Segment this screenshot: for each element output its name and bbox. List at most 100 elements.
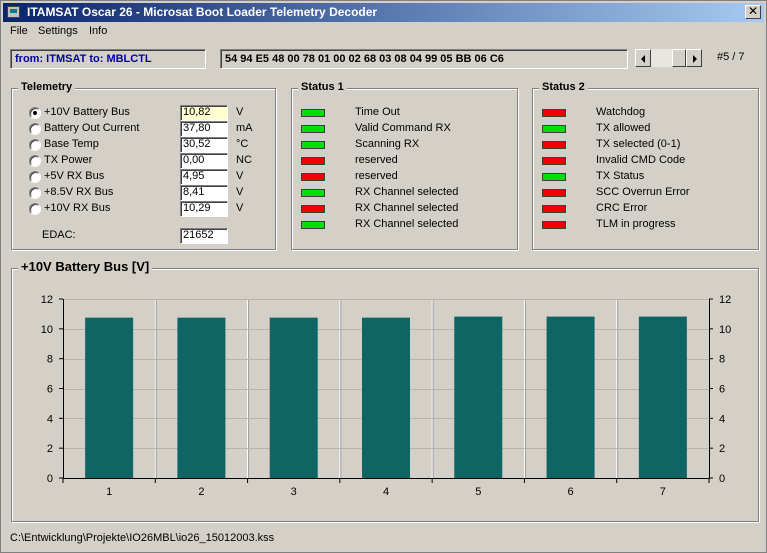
status-label: Invalid CMD Code [596, 154, 686, 166]
telemetry-label: +10V RX Bus [44, 202, 111, 214]
x-tick-label: 3 [291, 486, 297, 498]
status2-group: Status 2 Watchdog TX allowed TX selected (… [532, 81, 759, 250]
telemetry-value: 30,52 [180, 137, 228, 153]
telemetry-row[interactable]: TX Power 0,00 NC [12, 153, 272, 169]
telemetry-value: 8,41 [180, 185, 228, 201]
status1-item: Valid Command RX [292, 121, 512, 137]
telemetry-row[interactable]: +10V Battery Bus 10,82 V [12, 105, 272, 121]
status1-item: Time Out [292, 105, 512, 121]
telemetry-row[interactable]: +8.5V RX Bus 8,41 V [12, 185, 272, 201]
status-label: reserved [355, 170, 398, 182]
status-label: CRC Error [596, 202, 648, 214]
frame-counter: #5 / 7 [717, 51, 745, 63]
status-label: TX selected (0-1) [596, 138, 681, 150]
status-led-green [301, 125, 325, 133]
telemetry-unit: °C [236, 138, 249, 150]
status-led-red [301, 205, 325, 213]
telemetry-label: +8.5V RX Bus [44, 186, 114, 198]
y-tick-label: 0 [47, 473, 53, 485]
telemetry-radio[interactable] [29, 123, 41, 135]
status-led-red [301, 157, 325, 165]
y-tick-label-right: 6 [719, 384, 725, 396]
status-led-red [542, 205, 566, 213]
frame-scrollbar[interactable] [635, 49, 702, 67]
telemetry-unit: V [236, 170, 244, 182]
telemetry-row[interactable]: +5V RX Bus 4,95 V [12, 169, 272, 185]
close-button[interactable]: ✕ [745, 5, 761, 19]
y-tick-label-right: 12 [719, 294, 731, 306]
y-tick-label: 10 [41, 324, 53, 336]
telemetry-label: +5V RX Bus [44, 170, 105, 182]
status1-group: Status 1 Time Out Valid Command RX Scannin… [291, 81, 518, 250]
status2-item: TX Status [533, 169, 753, 185]
status-led-green [301, 141, 325, 149]
telemetry-radio[interactable] [29, 203, 41, 215]
telemetry-radio[interactable] [29, 171, 41, 183]
status-led-green [301, 189, 325, 197]
status-led-red [542, 221, 566, 229]
status-led-red [542, 189, 566, 197]
hex-data-field: 54 94 E5 48 00 78 01 00 02 68 03 08 04 9… [220, 49, 628, 69]
x-tick-label: 5 [475, 486, 481, 498]
telemetry-value: 0,00 [180, 153, 228, 169]
status-label: TX Status [596, 170, 645, 182]
telemetry-value: 37,80 [180, 121, 228, 137]
menu-settings[interactable]: Settings [38, 25, 78, 37]
status-label: RX Channel selected [355, 186, 459, 198]
telemetry-label: TX Power [44, 154, 93, 166]
telemetry-label: Battery Out Current [44, 122, 140, 134]
status1-item: RX Channel selected [292, 185, 512, 201]
from-to-text: from: ITMSAT to: MBLCTL [15, 53, 152, 65]
telemetry-value: 10,82 [180, 105, 228, 121]
bar [269, 317, 318, 478]
status-led-red [542, 157, 566, 165]
y-tick-label-right: 4 [719, 413, 725, 425]
telemetry-radio[interactable] [29, 139, 41, 151]
status1-title: Status 1 [298, 81, 347, 93]
y-tick-label: 8 [47, 354, 53, 366]
telemetry-row[interactable]: +10V RX Bus 10,29 V [12, 201, 272, 217]
y-tick-label-right: 10 [719, 324, 731, 336]
bar [85, 317, 134, 478]
scroll-right-button[interactable] [686, 49, 702, 67]
edac-value: 21652 [180, 228, 228, 244]
scroll-left-button[interactable] [635, 49, 651, 67]
status-label: Time Out [355, 106, 400, 118]
telemetry-row[interactable]: Battery Out Current 37,80 mA [12, 121, 272, 137]
status-label: TX allowed [596, 122, 651, 134]
menu-file[interactable]: File [10, 25, 28, 37]
bar [454, 316, 503, 478]
y-tick-label: 12 [41, 294, 53, 306]
bar [638, 316, 687, 478]
status2-item: TLM in progress [533, 217, 753, 233]
status-led-green [301, 109, 325, 117]
y-tick-label-right: 2 [719, 443, 725, 455]
telemetry-row[interactable]: Base Temp 30,52 °C [12, 137, 272, 153]
status-led-green [542, 173, 566, 181]
bar [177, 317, 226, 478]
telemetry-radio[interactable] [29, 107, 41, 119]
title-bar[interactable]: ITAMSAT Oscar 26 - Microsat Boot Loader … [3, 3, 764, 22]
telemetry-unit: V [236, 106, 244, 118]
status1-item: reserved [292, 153, 512, 169]
x-tick-label: 2 [198, 486, 204, 498]
status-label: Watchdog [596, 106, 646, 118]
scroll-thumb[interactable] [672, 49, 686, 67]
y-tick-label: 6 [47, 384, 53, 396]
status-label: RX Channel selected [355, 218, 459, 230]
from-to-field: from: ITMSAT to: MBLCTL [10, 49, 206, 69]
telemetry-unit: V [236, 202, 244, 214]
telemetry-radio[interactable] [29, 187, 41, 199]
edac-label: EDAC: [42, 229, 76, 241]
chart-group: +10V Battery Bus [V] 0 0 2 2 4 4 6 6 8 8 10 10 12 12 1… [11, 259, 759, 522]
status1-item: RX Channel selected [292, 217, 512, 233]
menu-info[interactable]: Info [89, 25, 107, 37]
hex-data-text: 54 94 E5 48 00 78 01 00 02 68 03 08 04 9… [225, 53, 504, 65]
y-tick-label: 2 [47, 443, 53, 455]
status1-item: reserved [292, 169, 512, 185]
status-label: Valid Command RX [355, 122, 451, 134]
telemetry-value: 4,95 [180, 169, 228, 185]
telemetry-unit: mA [236, 122, 253, 134]
y-tick-label-right: 8 [719, 354, 725, 366]
telemetry-radio[interactable] [29, 155, 41, 167]
